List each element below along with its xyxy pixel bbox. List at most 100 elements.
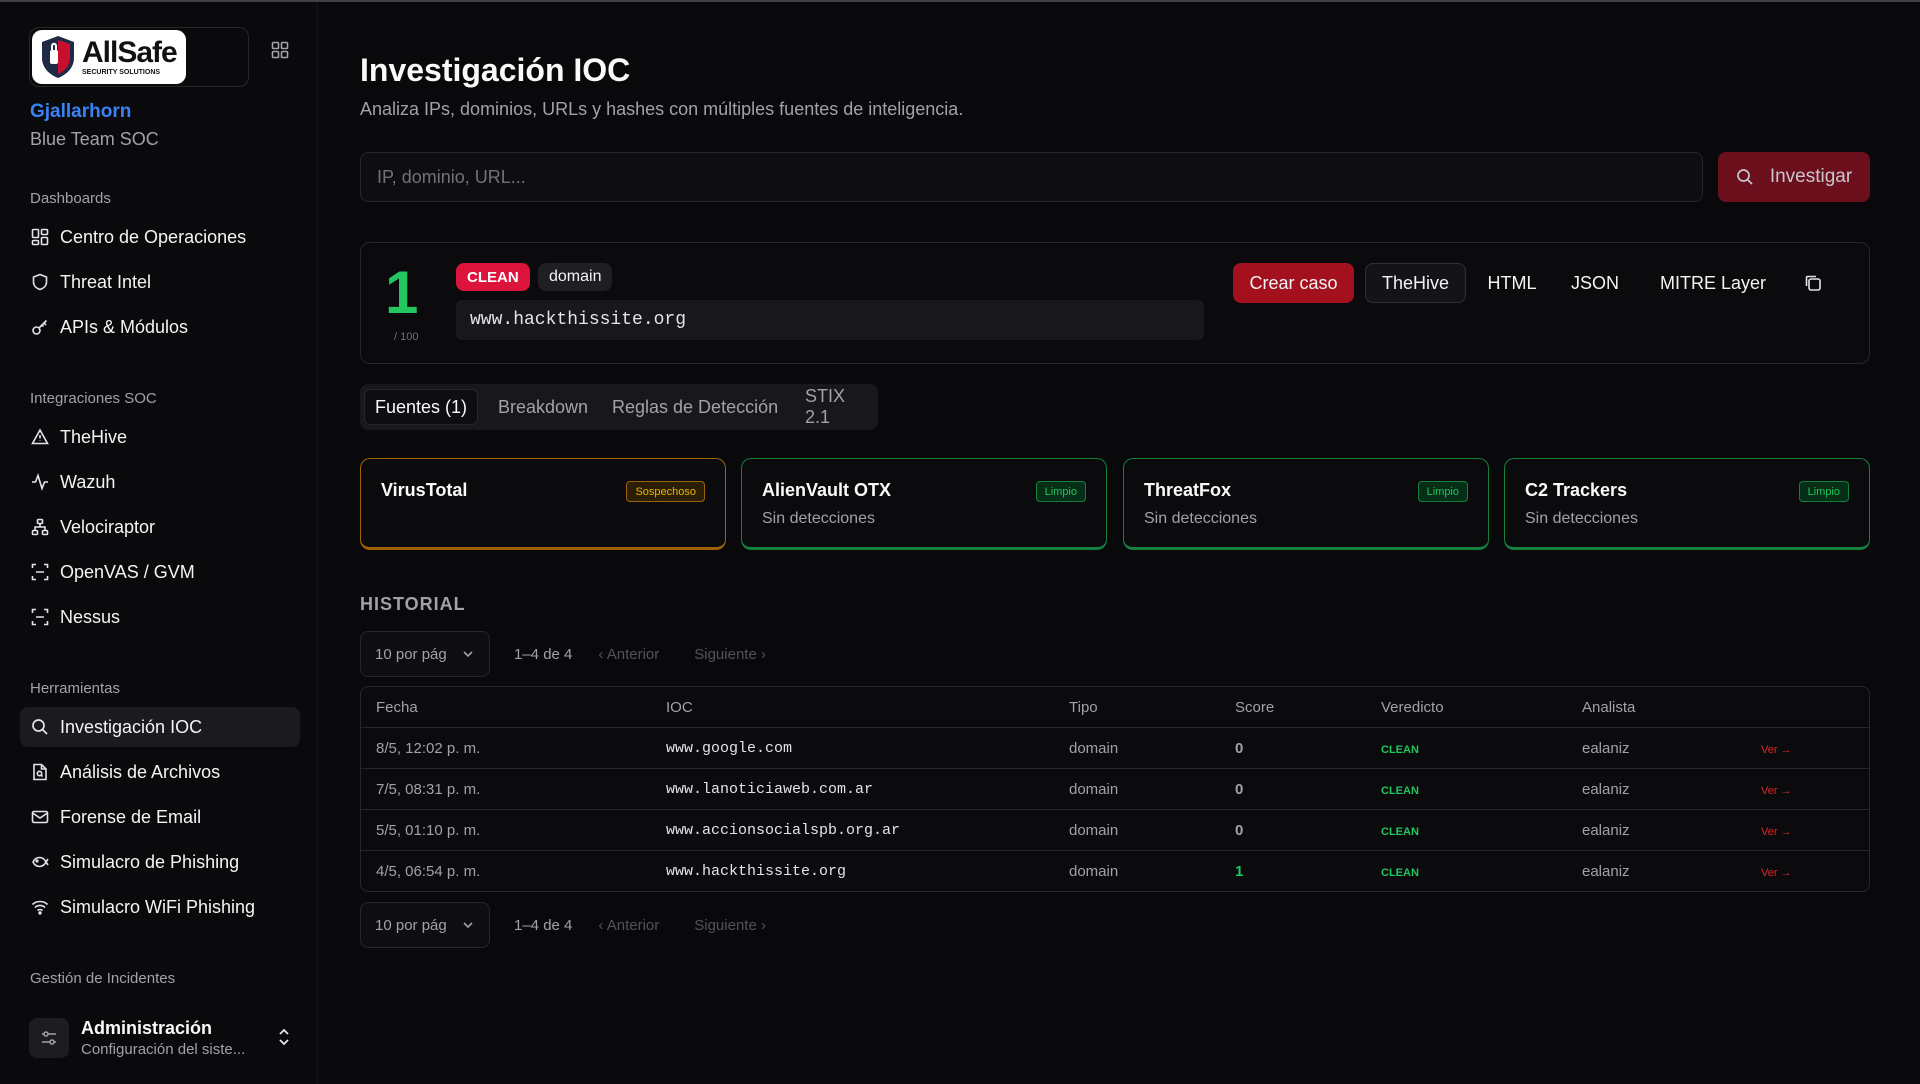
- pagination-next[interactable]: Siguiente ›: [694, 646, 766, 663]
- sidebar-item-label: OpenVAS / GVM: [60, 561, 195, 582]
- settings-sliders-icon: [29, 1018, 69, 1058]
- sidebar-item-openvas[interactable]: OpenVAS / GVM: [20, 552, 300, 592]
- cell-score: 0: [1235, 781, 1244, 798]
- view-link[interactable]: Ver →: [1761, 826, 1792, 838]
- cell-score: 1: [1235, 863, 1244, 880]
- column-header: Analista: [1582, 699, 1636, 716]
- sidebar-item-apis-modulos[interactable]: APIs & Módulos: [20, 307, 300, 347]
- sidebar-item-velociraptor[interactable]: Velociraptor: [20, 507, 300, 547]
- view-link[interactable]: Ver →: [1761, 785, 1792, 797]
- pagination-range: 1–4 de 4: [514, 645, 573, 663]
- investigate-button[interactable]: Investigar: [1718, 152, 1870, 202]
- cell-analista: ealaniz: [1582, 740, 1630, 757]
- source-card-c2-trackers[interactable]: C2 Trackers Limpio Sin detecciones: [1504, 458, 1870, 550]
- column-header: IOC: [666, 699, 693, 716]
- column-header: Fecha: [376, 699, 418, 716]
- sidebar-item-wazuh[interactable]: Wazuh: [20, 462, 300, 502]
- pagination-top: 10 por pág 1–4 de 4 ‹ Anterior Siguiente…: [360, 631, 766, 677]
- cell-veredicto: CLEAN: [1381, 785, 1419, 797]
- activity-icon: [30, 472, 50, 492]
- sidebar-item-forense-email[interactable]: Forense de Email: [20, 797, 300, 837]
- sidebar-item-label: Threat Intel: [60, 271, 152, 292]
- column-header: Score: [1235, 699, 1275, 716]
- cell-analista: ealaniz: [1582, 822, 1630, 839]
- sidebar-item-centro-operaciones[interactable]: Centro de Operaciones: [20, 217, 300, 257]
- page-title: Investigación IOC: [360, 52, 631, 88]
- per-page-select[interactable]: 10 por pág: [360, 902, 490, 948]
- table-row[interactable]: 5/5, 01:10 p. m. www.accionsocialspb.org…: [361, 810, 1869, 851]
- pagination-bottom: 10 por pág 1–4 de 4 ‹ Anterior Siguiente…: [360, 902, 766, 948]
- shield-icon: [30, 272, 50, 292]
- ioc-search-input[interactable]: [360, 152, 1703, 202]
- pagination-prev[interactable]: ‹ Anterior: [598, 917, 659, 934]
- source-card-threatfox[interactable]: ThreatFox Limpio Sin detecciones: [1123, 458, 1489, 550]
- source-status-badge: Limpio: [1798, 481, 1849, 502]
- pagination-next[interactable]: Siguiente ›: [694, 917, 766, 934]
- sidebar-item-thehive[interactable]: TheHive: [20, 417, 300, 457]
- cell-veredicto: CLEAN: [1381, 744, 1419, 756]
- org-team: Blue Team SOC: [30, 129, 159, 149]
- admin-menu[interactable]: Administración Configuración del siste..…: [29, 1012, 299, 1064]
- scan-icon: [30, 607, 50, 627]
- network-icon: [30, 517, 50, 537]
- copy-icon[interactable]: [1793, 263, 1833, 303]
- source-status-badge: Sospechoso: [626, 481, 705, 502]
- cell-ioc: www.hackthissite.org: [666, 863, 847, 880]
- thehive-export-button[interactable]: TheHive: [1365, 263, 1466, 303]
- table-row[interactable]: 7/5, 08:31 p. m. www.lanoticiaweb.com.ar…: [361, 769, 1869, 810]
- chevron-down-icon: [461, 647, 475, 665]
- tab-stix[interactable]: STIX 2.1: [795, 386, 878, 427]
- cell-score: 0: [1235, 740, 1244, 757]
- sidebar-item-nessus[interactable]: Nessus: [20, 597, 300, 637]
- tab-fuentes[interactable]: Fuentes (1): [364, 389, 479, 425]
- search-icon: [30, 717, 50, 737]
- tab-reglas-deteccion[interactable]: Reglas de Detección: [602, 389, 788, 425]
- section-title-gestion-incidentes: Gestión de Incidentes: [30, 970, 176, 987]
- cell-fecha: 7/5, 08:31 p. m.: [376, 781, 481, 798]
- create-case-button[interactable]: Crear caso: [1233, 263, 1354, 303]
- cell-ioc: www.lanoticiaweb.com.ar: [666, 781, 874, 798]
- sidebar-item-label: TheHive: [60, 426, 128, 447]
- result-card: 1 / 100 CLEAN domain www.hackthissite.or…: [360, 242, 1870, 364]
- table-row[interactable]: 4/5, 06:54 p. m. www.hackthissite.org do…: [361, 851, 1869, 892]
- page-subtitle: Analiza IPs, dominios, URLs y hashes con…: [360, 99, 964, 119]
- logo-switcher[interactable]: AllSafe SECURITY SOLUTIONS: [29, 27, 249, 87]
- risk-score-max: / 100: [394, 331, 419, 343]
- apps-grid-icon[interactable]: [268, 38, 292, 62]
- cell-analista: ealaniz: [1582, 781, 1630, 798]
- source-description: Sin detecciones: [1144, 510, 1257, 527]
- sidebar-item-simulacro-phishing[interactable]: Simulacro de Phishing: [20, 842, 300, 882]
- key-icon: [30, 317, 50, 337]
- sidebar-item-analisis-archivos[interactable]: Análisis de Archivos: [20, 752, 300, 792]
- cell-fecha: 5/5, 01:10 p. m.: [376, 822, 481, 839]
- cell-score: 0: [1235, 822, 1244, 839]
- source-status-badge: Limpio: [1417, 481, 1468, 502]
- source-card-alienvault[interactable]: AlienVault OTX Limpio Sin detecciones: [741, 458, 1107, 550]
- source-name: ThreatFox: [1144, 480, 1232, 500]
- column-header: Tipo: [1069, 699, 1098, 716]
- section-title-integraciones: Integraciones SOC: [30, 390, 157, 407]
- source-name: VirusTotal: [381, 480, 468, 500]
- file-search-icon: [30, 762, 50, 782]
- logo-tagline: SECURITY SOLUTIONS: [82, 69, 161, 76]
- history-table: Fecha IOC Tipo Score Veredicto Analista …: [360, 686, 1870, 892]
- sidebar-item-simulacro-wifi[interactable]: Simulacro WiFi Phishing: [20, 887, 300, 927]
- pagination-range: 1–4 de 4: [514, 916, 573, 934]
- fish-icon: [30, 852, 50, 872]
- cell-tipo: domain: [1069, 863, 1119, 880]
- sidebar-item-investigacion-ioc[interactable]: Investigación IOC: [20, 707, 300, 747]
- sidebar-item-threat-intel[interactable]: Threat Intel: [20, 262, 300, 302]
- section-title-dashboards: Dashboards: [30, 190, 111, 207]
- table-row[interactable]: 8/5, 12:02 p. m. www.google.com domain 0…: [361, 728, 1869, 769]
- source-card-virustotal[interactable]: VirusTotal Sospechoso: [360, 458, 726, 550]
- pagination-prev[interactable]: ‹ Anterior: [598, 646, 659, 663]
- view-link[interactable]: Ver →: [1761, 867, 1792, 879]
- json-export-button[interactable]: JSON: [1559, 263, 1631, 303]
- sidebar-item-label: Investigación IOC: [60, 716, 203, 737]
- cell-tipo: domain: [1069, 781, 1119, 798]
- per-page-select[interactable]: 10 por pág: [360, 631, 490, 677]
- html-export-button[interactable]: HTML: [1477, 263, 1547, 303]
- view-link[interactable]: Ver →: [1761, 744, 1792, 756]
- tab-breakdown[interactable]: Breakdown: [488, 389, 598, 425]
- mitre-layer-button[interactable]: MITRE Layer: [1643, 263, 1783, 303]
